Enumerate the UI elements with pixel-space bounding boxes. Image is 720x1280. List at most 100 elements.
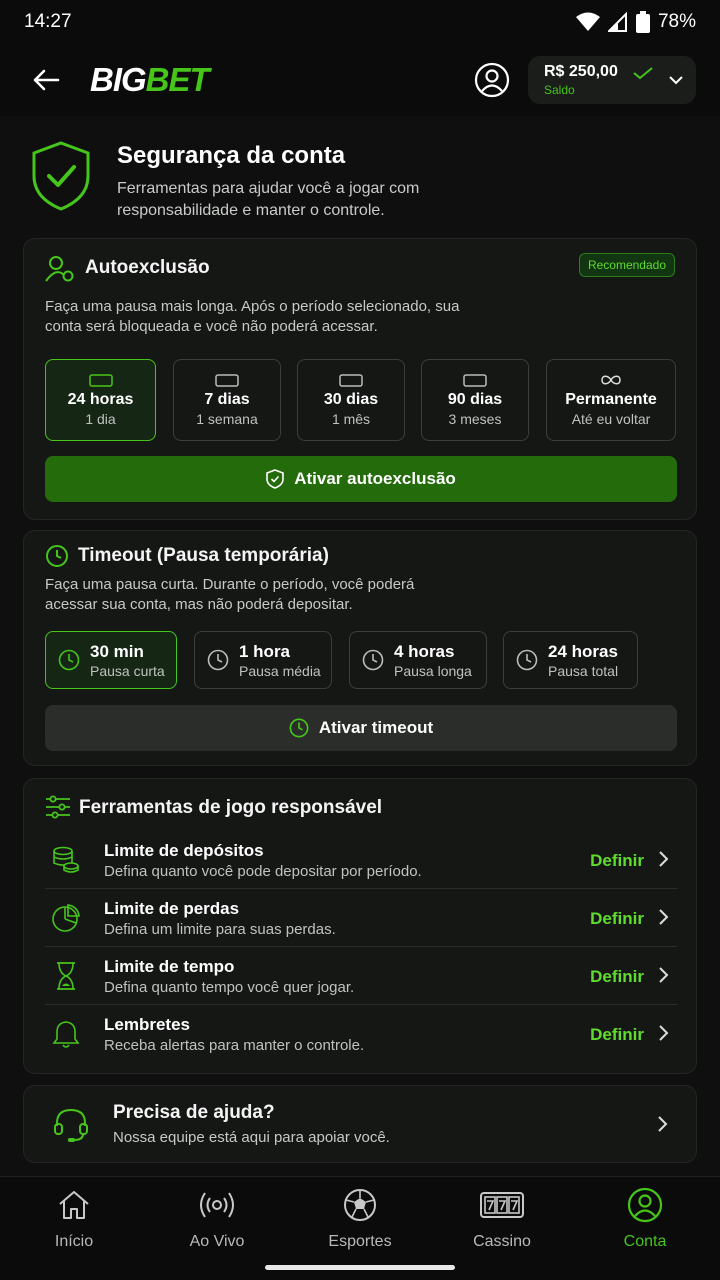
- nav-live[interactable]: Ao Vivo: [157, 1185, 277, 1257]
- nav-label: Conta: [623, 1233, 667, 1250]
- chevron-down-icon: [669, 76, 683, 85]
- nav-sports[interactable]: Esportes: [300, 1185, 420, 1257]
- chevron-right-icon: [659, 967, 669, 983]
- option-label: Permanente: [565, 391, 657, 408]
- button-label: Ativar autoexclusão: [294, 469, 456, 488]
- option-sub: Pausa total: [548, 662, 619, 679]
- option-sub: Pausa longa: [394, 662, 472, 679]
- page-title: Segurança da conta: [117, 142, 346, 169]
- tool-deposit-limit[interactable]: Limite de depósitos Defina quanto você p…: [45, 831, 677, 889]
- responsible-gaming-tools-card: Ferramentas de jogo responsável Limite d…: [23, 778, 697, 1074]
- nav-casino[interactable]: Cassino: [442, 1185, 562, 1257]
- tool-time-limit[interactable]: Limite de tempo Defina quanto tempo você…: [45, 947, 677, 1005]
- activate-timeout-button[interactable]: Ativar timeout: [45, 705, 677, 751]
- bell-icon: [52, 1021, 80, 1048]
- battery-level: 78%: [657, 11, 696, 32]
- define-link[interactable]: Definir: [590, 1025, 644, 1045]
- account-security-page: Segurança da conta Ferramentas para ajud…: [0, 116, 720, 1176]
- tool-name: Limite de tempo: [104, 957, 235, 976]
- define-link[interactable]: Definir: [590, 851, 644, 871]
- app-header: BIGBET R$ 250,00 Saldo: [0, 44, 720, 116]
- timeout-title: Timeout (Pausa temporária): [78, 545, 329, 566]
- activate-self-exclusion-button[interactable]: Ativar autoexclusão: [45, 456, 677, 502]
- option-sub: 1 dia: [85, 411, 116, 427]
- exclusion-option-permanent[interactable]: Permanente Até eu voltar: [546, 359, 676, 441]
- exclusion-option-7d[interactable]: 7 dias 1 semana: [173, 359, 281, 441]
- exclusion-option-24h[interactable]: 24 horas 1 dia: [45, 359, 156, 441]
- live-icon: [200, 1192, 234, 1218]
- recommended-badge: Recomendado: [578, 253, 675, 277]
- timeout-option-24h[interactable]: 24 horas Pausa total: [503, 631, 638, 689]
- option-label: 24 horas: [67, 391, 134, 408]
- shield-check-icon: [32, 141, 90, 211]
- nav-home[interactable]: Início: [14, 1185, 134, 1257]
- page-description: Ferramentas para ajudar você a jogar com…: [117, 180, 420, 219]
- coins-icon: [53, 846, 79, 873]
- profile-button[interactable]: [470, 58, 514, 102]
- balance-dropdown[interactable]: R$ 250,00 Saldo: [528, 56, 696, 104]
- brand-logo[interactable]: BIGBET: [90, 61, 210, 99]
- option-label: 30 dias: [323, 391, 379, 408]
- exclusion-option-30d[interactable]: 30 dias 1 mês: [297, 359, 405, 441]
- timeout-option-4h[interactable]: 4 horas Pausa longa: [349, 631, 487, 689]
- clock-icon: [362, 649, 384, 671]
- button-label: Ativar timeout: [318, 718, 434, 737]
- wifi-icon: [575, 12, 600, 31]
- tool-name: Limite de depósitos: [104, 841, 264, 860]
- nav-label: Esportes: [328, 1233, 392, 1250]
- option-sub: Até eu voltar: [571, 411, 651, 427]
- arrow-left-icon: [33, 69, 60, 91]
- option-sub: 1 semana: [196, 411, 258, 427]
- tool-loss-limit[interactable]: Limite de perdas Defina um limite para s…: [45, 889, 677, 947]
- section-header: Segurança da conta Ferramentas para ajud…: [24, 138, 696, 228]
- home-icon: [59, 1191, 89, 1219]
- bottom-nav: Início Ao Vivo Esportes Cassino Conta: [0, 1176, 720, 1280]
- help-description: Nossa equipe está aqui para apoiar você.: [113, 1129, 390, 1146]
- define-link[interactable]: Definir: [590, 967, 644, 987]
- calendar-icon: [339, 374, 363, 387]
- pie-chart-icon: [52, 904, 80, 932]
- option-label: 7 dias: [204, 391, 250, 408]
- nav-label: Início: [54, 1233, 94, 1250]
- sliders-icon: [46, 795, 70, 819]
- option-sub: 3 meses: [448, 411, 502, 427]
- help-card[interactable]: Precisa de ajuda? Nossa equipe está aqui…: [23, 1085, 697, 1163]
- self-exclusion-card: Autoexclusão Recomendado Faça uma pausa …: [23, 238, 697, 520]
- option-label: 24 horas: [548, 641, 618, 661]
- timeout-option-30min[interactable]: 30 min Pausa curta: [45, 631, 177, 689]
- calendar-icon: [215, 374, 239, 387]
- nav-label: Cassino: [473, 1233, 531, 1250]
- help-title: Precisa de ajuda?: [113, 1102, 275, 1123]
- timeout-description: Faça uma pausa curta. Durante o período,…: [45, 576, 415, 613]
- option-label: 4 horas: [394, 641, 455, 661]
- tool-reminders[interactable]: Lembretes Receba alertas para manter o c…: [45, 1005, 677, 1063]
- clock-icon: [289, 718, 309, 738]
- exclusion-option-90d[interactable]: 90 dias 3 meses: [421, 359, 529, 441]
- self-exclusion-description: Faça uma pausa mais longa. Após o períod…: [45, 298, 460, 335]
- nav-account[interactable]: Conta: [585, 1185, 705, 1257]
- clock-icon: [516, 649, 538, 671]
- timeout-card: Timeout (Pausa temporária) Faça uma paus…: [23, 530, 697, 766]
- back-button[interactable]: [24, 58, 68, 102]
- hourglass-icon: [57, 962, 75, 990]
- chevron-right-icon: [658, 1116, 668, 1132]
- calendar-icon: [88, 374, 113, 387]
- soccer-ball-icon: [344, 1189, 376, 1221]
- user-circle-icon: [474, 62, 510, 98]
- timeout-option-1h[interactable]: 1 hora Pausa média: [194, 631, 332, 689]
- define-link[interactable]: Definir: [590, 909, 644, 929]
- tool-name: Lembretes: [104, 1015, 190, 1034]
- tool-description: Defina um limite para suas perdas.: [104, 921, 336, 938]
- infinity-icon: [601, 375, 621, 385]
- home-indicator: [265, 1265, 455, 1270]
- chevron-right-icon: [659, 1025, 669, 1041]
- clock-icon: [58, 649, 80, 671]
- tool-description: Defina quanto tempo você quer jogar.: [104, 979, 355, 996]
- option-label: 90 dias: [447, 391, 503, 408]
- shield-check-icon: [266, 469, 285, 489]
- clock-icon: [207, 649, 229, 671]
- user-icon: [627, 1187, 663, 1223]
- self-exclusion-title: Autoexclusão: [85, 257, 210, 278]
- option-label: 1 hora: [239, 641, 291, 661]
- check-icon: [633, 67, 653, 80]
